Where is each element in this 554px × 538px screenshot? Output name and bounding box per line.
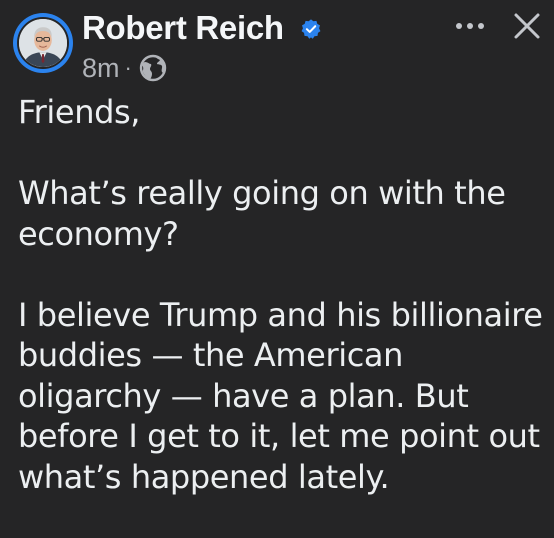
post-paragraph: I believe Trump and his billionaire budd… [18, 295, 543, 496]
author-name[interactable]: Robert Reich [82, 8, 284, 48]
post-paragraph: What’s really going on with the economy? [18, 174, 506, 253]
avatar-person-icon [19, 19, 67, 67]
close-icon[interactable] [512, 11, 542, 41]
avatar[interactable] [13, 13, 73, 73]
post-paragraph: Friends, [18, 93, 141, 131]
avatar-photo [17, 17, 69, 69]
verified-badge-icon [301, 19, 321, 39]
post-text: Friends, What’s really going on with the… [18, 92, 543, 538]
meta-separator: · [124, 55, 132, 80]
more-options-icon[interactable] [452, 14, 488, 38]
timestamp[interactable]: 8m [82, 53, 120, 84]
globe-icon[interactable] [138, 53, 168, 83]
post-card: Robert Reich 8m · Friends, What’s really… [0, 0, 554, 499]
post-meta: 8m · [82, 52, 168, 84]
